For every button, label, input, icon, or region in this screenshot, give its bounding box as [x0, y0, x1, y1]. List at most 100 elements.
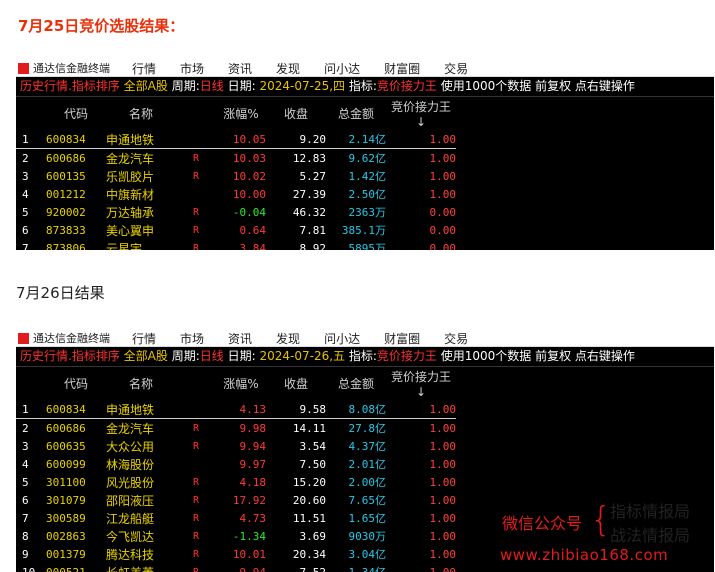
indicator-value: 1.00 [429, 511, 457, 525]
stock-name: 腾达科技 [106, 547, 155, 562]
close-price: 15.20 [292, 475, 326, 489]
table-row[interactable]: 1 600834 申通地铁 4.13 9.58 8.08亿 1.00 [16, 400, 456, 419]
change-pct: 9.94 [239, 565, 267, 572]
amount-unit: 万 [375, 242, 386, 250]
amount-unit: 亿 [375, 494, 386, 507]
header-close[interactable]: 收盘 [266, 367, 326, 400]
indicator-value: 1.00 [386, 400, 456, 419]
heading-jul25-text: 7月25日竞价选股结果： [18, 17, 185, 35]
row-index: 3 [22, 439, 29, 453]
margin-flag [176, 130, 216, 149]
amount-value: 2.00 [348, 476, 376, 489]
date-value[interactable]: 2024-07-25,四 [259, 79, 345, 93]
menu-item-news[interactable]: 资讯 [228, 330, 252, 347]
margin-flag: R [192, 494, 200, 506]
amount-unit: 亿 [375, 170, 386, 183]
change-pct: 9.97 [239, 457, 267, 471]
header-indicator[interactable]: 竞价接力王↓ [386, 367, 456, 400]
amount-value: 8.08 [348, 403, 376, 416]
table-row[interactable]: 9 001379 腾达科技 R 10.01 20.34 3.04亿 1.00 [16, 545, 456, 563]
table-row[interactable]: 2 600686 金龙汽车 R 9.98 14.11 27.8亿 1.00 [16, 419, 456, 438]
table-row[interactable]: 5 920002 万达轴承 R -0.04 46.32 2363万 0.00 [16, 203, 456, 221]
period-value[interactable]: 日线 [200, 349, 224, 363]
info-bar: 历史行情.指标排序 全部A股 周期:日线 日期: 2024-07-26,五 指标… [16, 347, 714, 367]
menu-item-wealth[interactable]: 财富圈 [384, 330, 420, 347]
change-pct: 17.92 [232, 493, 266, 507]
row-index: 9 [22, 547, 29, 561]
scope-label[interactable]: 全部A股 [124, 79, 168, 93]
menu-item-trade[interactable]: 交易 [444, 60, 468, 77]
change-pct: 4.73 [239, 511, 267, 525]
header-indicator[interactable]: 竞价接力王↓ [386, 97, 456, 130]
menu-item-discover[interactable]: 发现 [276, 60, 300, 77]
total-amount: 385.1万 [326, 221, 386, 239]
stock-name: 万达轴承 [106, 205, 155, 220]
header-name[interactable]: 名称 [106, 367, 176, 400]
stock-name: 申通地铁 [106, 400, 176, 419]
table-row[interactable]: 8 002863 今飞凯达 R -1.34 3.69 9030万 1.00 [16, 527, 456, 545]
margin-flag: R [192, 206, 200, 218]
table-row[interactable]: 6 873833 美心翼申 R 0.64 7.81 385.1万 0.00 [16, 221, 456, 239]
stock-code: 920002 [46, 205, 86, 219]
amount-unit: 万 [375, 530, 386, 543]
change-pct: 9.94 [239, 439, 267, 453]
table-row[interactable]: 5 301100 风光股份 R 4.18 15.20 2.00亿 1.00 [16, 473, 456, 491]
table-row[interactable]: 4 600099 林海股份 9.97 7.50 2.01亿 1.00 [16, 455, 456, 473]
header-code[interactable]: 代码 [46, 97, 106, 130]
stock-code: 600686 [46, 421, 86, 435]
indicator-value[interactable]: 竞价接力王 [377, 79, 437, 93]
close-price: 8.92 [299, 241, 327, 251]
header-close[interactable]: 收盘 [266, 97, 326, 130]
total-amount: 9.62亿 [326, 149, 387, 168]
close-price: 5.27 [299, 169, 327, 183]
watermark-wechat: 微信公众号 [502, 514, 583, 533]
indicator-value[interactable]: 竞价接力王 [377, 349, 437, 363]
amount-value: 4.37 [348, 440, 376, 453]
total-amount: 2363万 [326, 203, 387, 221]
header-code[interactable]: 代码 [46, 367, 106, 400]
watermark-url: www.zhibiao168.com [500, 546, 669, 564]
scope-label[interactable]: 全部A股 [124, 349, 168, 363]
stock-code: 002863 [46, 529, 86, 543]
date-value[interactable]: 2024-07-26,五 [259, 349, 345, 363]
date-label: 日期: [227, 349, 256, 363]
menu-item-wealth[interactable]: 财富圈 [384, 60, 420, 77]
stock-code: 600099 [46, 457, 86, 471]
screen-note: 使用1000个数据 前复权 点右键操作 [440, 79, 635, 93]
table-row[interactable]: 1 600834 申通地铁 10.05 9.20 2.14亿 1.00 [16, 130, 456, 149]
table-row[interactable]: 3 600135 乐凯胶片 R 10.02 5.27 1.42亿 1.00 [16, 167, 456, 185]
menu-item-ask[interactable]: 问小达 [324, 330, 360, 347]
stock-code: 300589 [46, 511, 86, 525]
menu-item-news[interactable]: 资讯 [228, 60, 252, 77]
table-row[interactable]: 4 001212 中旗新材 10.00 27.39 2.50亿 1.00 [16, 185, 456, 203]
menu-item-trade[interactable]: 交易 [444, 330, 468, 347]
header-name[interactable]: 名称 [106, 97, 176, 130]
menu-item-ask[interactable]: 问小达 [324, 60, 360, 77]
amount-unit: 亿 [375, 566, 386, 572]
table-row[interactable]: 10000521长虹美菱R9.947.521.34亿1.00 [16, 563, 456, 572]
menu-item-market[interactable]: 市场 [180, 330, 204, 347]
header-change-pct[interactable]: 涨幅% [216, 367, 266, 400]
total-amount: 1.65亿 [326, 509, 387, 527]
row-index: 1 [16, 400, 46, 419]
header-change-pct[interactable]: 涨幅% [216, 97, 266, 130]
table-row[interactable]: 3 600635 大众公用 R 9.94 3.54 4.37亿 1.00 [16, 437, 456, 455]
indicator-label: 指标: [348, 349, 377, 363]
table-header: 代码 名称 涨幅% 收盘 总金额 竞价接力王↓ [16, 97, 456, 130]
table-row[interactable]: 7 873806 云星宇 R 3.84 8.92 5895万 0.00 [16, 239, 456, 251]
header-amount[interactable]: 总金额 [326, 367, 386, 400]
table-row[interactable]: 6 301079 邵阳液压 R 17.92 20.60 7.65亿 1.00 [16, 491, 456, 509]
header-amount[interactable]: 总金额 [326, 97, 386, 130]
period-value[interactable]: 日线 [200, 79, 224, 93]
table-row[interactable]: 7 300589 江龙船艇 R 4.73 11.51 1.65亿 1.00 [16, 509, 456, 527]
amount-value: 1.34 [349, 566, 376, 572]
close-price: 46.32 [292, 205, 326, 219]
total-amount: 3.04亿 [326, 545, 387, 563]
app-name: 通达信金融终端 [33, 62, 110, 75]
menu-item-discover[interactable]: 发现 [276, 330, 300, 347]
table-row[interactable]: 2 600686 金龙汽车 R 10.03 12.83 9.62亿 1.00 [16, 149, 456, 168]
menu-item-quotes[interactable]: 行情 [132, 330, 156, 347]
stock-name: 美心翼申 [106, 223, 155, 238]
menu-item-market[interactable]: 市场 [180, 60, 204, 77]
menu-item-quotes[interactable]: 行情 [132, 60, 156, 77]
